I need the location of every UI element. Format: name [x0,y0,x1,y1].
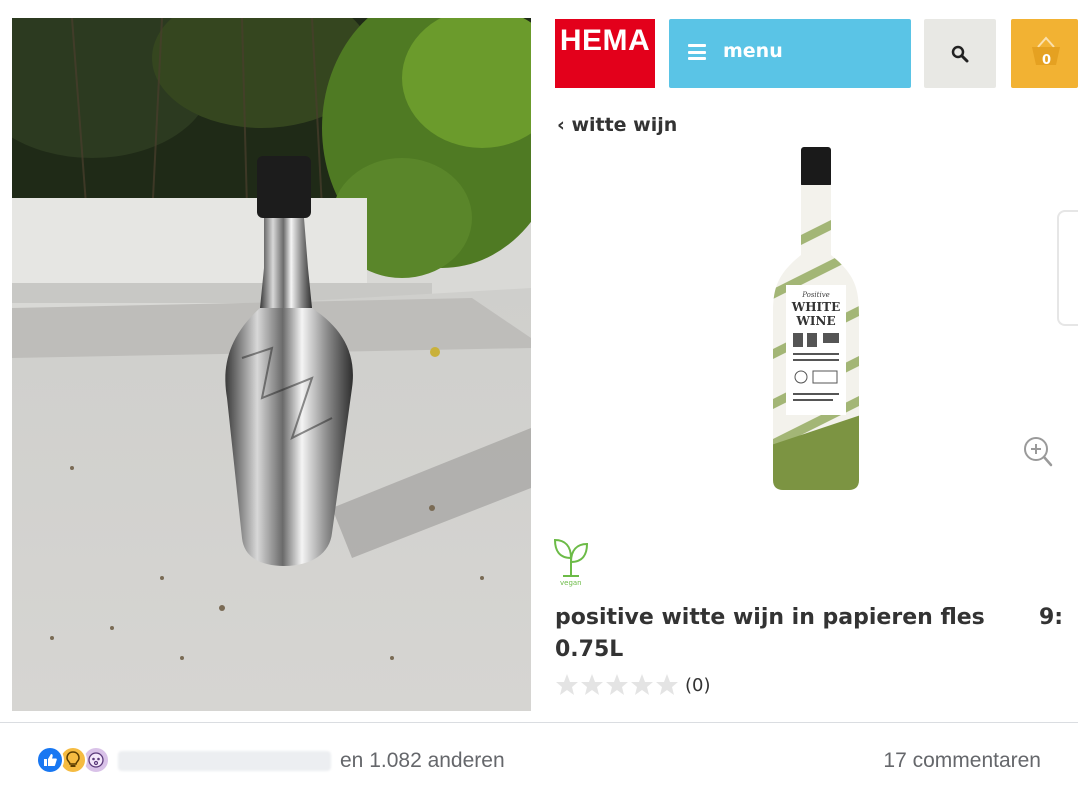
comments-count[interactable]: 17 commentaren [883,749,1041,773]
star-icon [581,674,603,695]
divider [0,722,1078,723]
cart-button[interactable]: 0 [1011,19,1078,88]
like-icon [36,746,64,774]
label-white: WHITE [791,300,841,314]
search-button[interactable] [924,19,996,88]
blurred-reactor-name [118,751,331,771]
hamburger-icon [688,44,706,60]
star-icon [556,674,578,695]
zoom-icon[interactable] [1023,436,1053,468]
reaction-icons[interactable] [36,746,110,774]
star-icon [631,674,653,695]
label-wine: WINE [795,314,835,328]
vegan-leaf-icon [553,538,589,577]
rating-stars [555,673,679,697]
back-link[interactable]: ‹ witte wijn [557,114,677,136]
rating[interactable]: (0) [555,672,711,698]
search-icon [951,45,969,63]
menu-label: menu [723,40,783,62]
cart-count: 0 [1042,53,1052,68]
product-title[interactable]: positive witte wijn in papieren fles 0.7… [555,602,995,666]
post-photo[interactable] [12,18,531,711]
star-icon [656,674,678,695]
hema-logo[interactable]: HEMA [555,19,655,88]
reactions-count[interactable]: en 1.082 anderen [340,749,505,773]
menu-button[interactable]: menu [669,19,911,88]
product-price: 9: [1039,605,1064,630]
product-image[interactable]: Positive WHITE WINE [771,145,861,490]
star-icon [606,674,628,695]
carousel-next-edge[interactable] [1057,210,1078,326]
shop-screenshot: HEMA menu 0 ‹ witte wijn Positive WHITE … [531,0,1078,722]
rating-count: (0) [685,674,711,696]
vegan-badge: vegan [551,536,601,590]
foil-bottle-photo [12,18,531,711]
label-positive: Positive [801,291,830,299]
vegan-label: vegan [560,579,582,587]
